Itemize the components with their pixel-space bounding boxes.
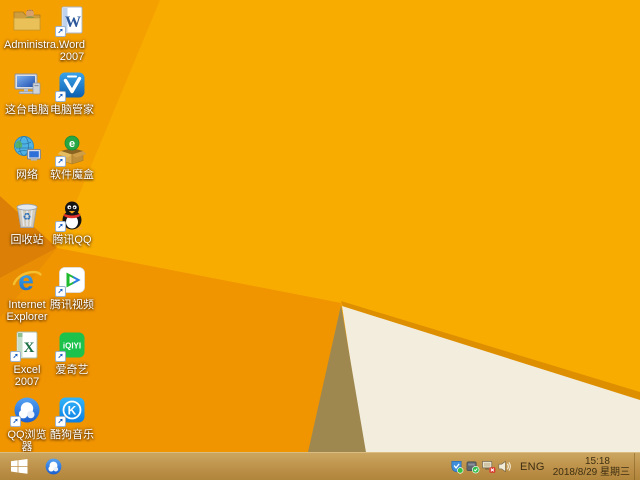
word-2007-icon: W➚ [56,4,88,36]
pc-manager-icon: ➚ [56,69,88,101]
desktop-icon-label: Internet Explorer [4,299,50,323]
shortcut-arrow-icon: ➚ [55,26,66,37]
desktop-icon-label: 网络 [4,169,50,181]
excel-2007-icon: X➚ [11,329,43,361]
shortcut-arrow-icon: ➚ [10,416,21,427]
recycle-bin-icon: ♻ [11,199,43,231]
desktop-icon-label: 腾讯QQ [49,234,95,246]
iqiyi-icon: iQIYI➚ [56,329,88,361]
svg-text:e: e [18,265,34,296]
qq-browser-icon [43,456,64,477]
desktop-icon-qq-browser[interactable]: ➚ QQ浏览器 [4,394,50,456]
start-button[interactable] [0,453,38,480]
shortcut-arrow-icon: ➚ [55,416,66,427]
this-pc-icon [11,69,43,101]
internet-explorer-icon: e [11,264,43,296]
taskbar-pinned-qq-browser[interactable] [38,453,68,480]
desktop-icon-kugou-music[interactable]: K➚ 酷狗音乐 [49,394,95,456]
shortcut-arrow-icon: ➚ [55,91,66,102]
desktop-icon-label: Word 2007 [49,39,95,63]
network-icon [11,134,43,166]
desktop-icon-label: 回收站 [4,234,50,246]
desktop-icon-label: 软件魔盒 [49,169,95,181]
taskbar-clock[interactable]: 15:18 2018/8/29 星期三 [553,456,634,478]
svg-text:e: e [69,138,75,150]
shortcut-arrow-icon: ➚ [10,351,21,362]
svg-text:X: X [24,340,35,356]
volume-icon[interactable] [497,453,513,480]
desktop-icon-excel-2007[interactable]: X➚ Excel 2007 [4,329,50,391]
desktop-icon-label: 酷狗音乐 [49,429,95,441]
svg-text:K: K [68,404,77,418]
tencent-video-icon: ➚ [56,264,88,296]
svg-text:♻: ♻ [23,212,32,223]
clock-date: 2018/8/29 星期三 [553,467,630,478]
software-magic-box-icon: e➚ [56,134,88,166]
desktop-icon-label: QQ浏览器 [4,429,50,453]
desktop-icon-label: 腾讯视频 [49,299,95,311]
desktop-icon-this-pc[interactable]: 这台电脑 [4,69,50,131]
desktop-icon-label: 电脑管家 [49,104,95,116]
desktop-icon-internet-explorer[interactable]: e Internet Explorer [4,264,50,326]
desktop-icon-label: 这台电脑 [4,104,50,116]
tencent-qq-icon: ➚ [56,199,88,231]
kugou-music-icon: K➚ [56,394,88,426]
desktop-icon-label: 爱奇艺 [49,364,95,376]
desktop-icon-iqiyi[interactable]: iQIYI➚ 爱奇艺 [49,329,95,391]
desktop-icon-word-2007[interactable]: W➚ Word 2007 [49,4,95,66]
administrator-icon [11,4,43,36]
show-desktop-button[interactable] [634,453,640,480]
qq-browser-icon: ➚ [11,394,43,426]
network-disconnected-icon[interactable] [481,453,497,480]
desktop-icon-administrator[interactable]: Administra... [4,4,50,66]
desktop-icon-recycle-bin[interactable]: ♻ 回收站 [4,199,50,261]
taskbar: ENG 15:18 2018/8/29 星期三 [0,452,640,480]
shortcut-arrow-icon: ➚ [55,351,66,362]
shortcut-arrow-icon: ➚ [55,156,66,167]
safety-check-tray-icon[interactable] [465,453,481,480]
desktop-icon-software-magic-box[interactable]: e➚ 软件魔盒 [49,134,95,196]
shortcut-arrow-icon: ➚ [55,221,66,232]
language-indicator[interactable]: ENG [513,461,553,473]
windows-logo-icon [11,459,28,474]
svg-text:iQIYI: iQIYI [63,342,81,351]
shortcut-arrow-icon: ➚ [55,286,66,297]
desktop-icon-tencent-qq[interactable]: ➚ 腾讯QQ [49,199,95,261]
desktop: Administra...W➚Word 2007这台电脑➚电脑管家网络e➚软件魔… [0,0,640,480]
desktop-icon-label: Excel 2007 [4,364,50,388]
desktop-icon-tencent-video[interactable]: ➚ 腾讯视频 [49,264,95,326]
clock-time: 15:18 [553,456,630,467]
desktop-icon-pc-manager[interactable]: ➚ 电脑管家 [49,69,95,131]
desktop-icon-grid: Administra...W➚Word 2007这台电脑➚电脑管家网络e➚软件魔… [0,0,640,452]
desktop-icon-network[interactable]: 网络 [4,134,50,196]
desktop-icon-label: Administra... [4,39,50,51]
pc-manager-tray-icon[interactable] [449,453,465,480]
svg-text:W: W [65,14,81,31]
